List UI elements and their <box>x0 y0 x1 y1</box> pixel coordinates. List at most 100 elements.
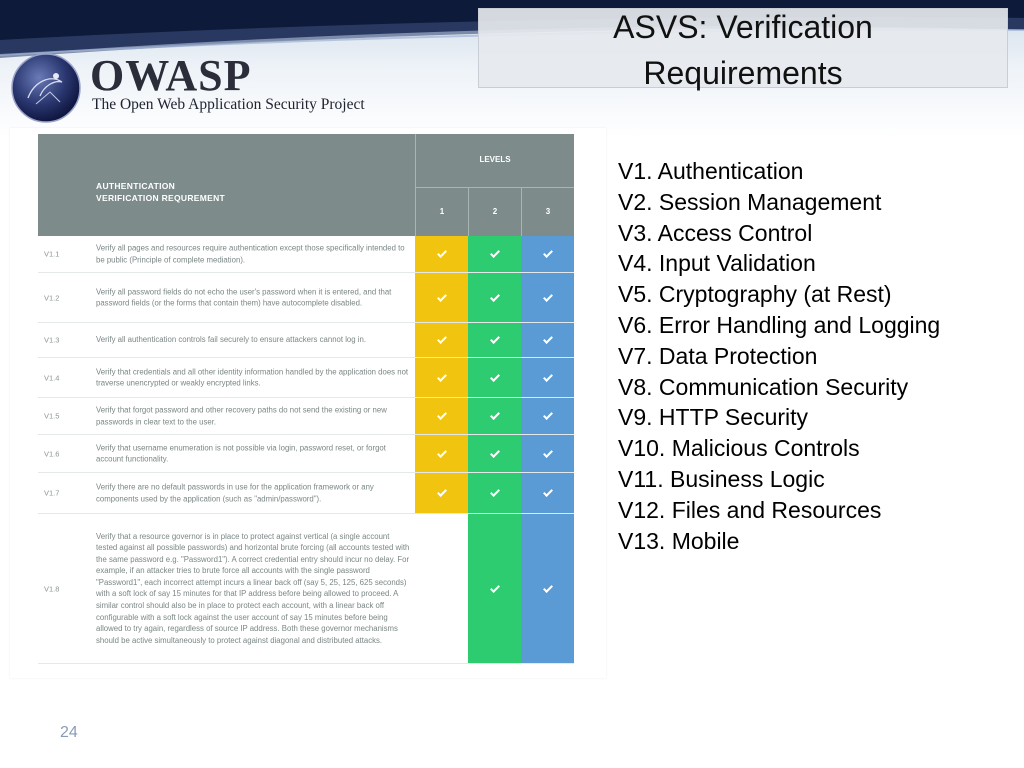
checkmark-icon <box>542 447 553 458</box>
checkmark-icon <box>436 248 447 258</box>
requirement-id: V1.7 <box>44 488 60 498</box>
level-col-2: 2 <box>468 188 521 236</box>
table-row: V1.6 Verify that username enumeration is … <box>38 435 574 473</box>
requirement-text: Verify all password fields do not echo t… <box>96 286 392 308</box>
level-1-cell <box>415 473 468 513</box>
checkmark-icon <box>542 248 553 258</box>
table-row: V1.3 Verify all authentication controls f… <box>38 323 574 358</box>
level-2-cell <box>468 236 521 272</box>
owasp-wordmark: OWASP <box>90 51 252 100</box>
table-header-title: AUTHENTICATION VERIFICATION REQUREMENT <box>96 180 396 204</box>
verification-list-item: V10. Malicious Controls <box>618 435 860 462</box>
requirement-text: Verify all pages and resources require a… <box>96 243 405 264</box>
requirements-table: AUTHENTICATION VERIFICATION REQUREMENT L… <box>10 128 606 678</box>
requirement-id: V1.2 <box>44 293 60 302</box>
verification-list-item: V3. Access Control <box>618 219 813 246</box>
table-row: V1.5 Verify that forgot password and othe… <box>38 398 574 435</box>
checkmark-icon <box>489 371 500 382</box>
requirement-text: Verify that username enumeration is not … <box>96 442 386 464</box>
checkmark-icon <box>489 334 500 344</box>
checkmark-icon <box>436 410 447 420</box>
level-2-cell <box>468 358 521 397</box>
level-1-cell <box>415 514 468 663</box>
checkmark-icon <box>489 291 500 302</box>
verification-list-item: V13. Mobile <box>618 527 740 554</box>
levels-header: LEVELS <box>415 134 574 188</box>
checkmark-icon <box>436 371 447 382</box>
page-number: 24 <box>60 724 78 741</box>
level-col-1: 1 <box>415 188 468 236</box>
verification-list-item: V2. Session Management <box>618 188 882 215</box>
verification-list-item: V12. Files and Resources <box>618 496 882 523</box>
level-3-cell <box>521 273 574 322</box>
table-row: V1.2 Verify all password fields do not ec… <box>38 273 574 323</box>
checkmark-icon <box>436 487 447 497</box>
checkmark-icon <box>436 291 447 302</box>
table-header-title-line1: AUTHENTICATION <box>96 181 176 191</box>
level-1-cell <box>415 398 468 434</box>
checkmark-icon <box>542 371 553 382</box>
checkmark-icon <box>542 291 553 302</box>
verification-list-item: V5. Cryptography (at Rest) <box>618 281 892 308</box>
level-2-cell <box>468 473 521 513</box>
requirement-text: Verify there are no default passwords in… <box>96 482 374 503</box>
verification-list-item: V11. Business Logic <box>618 465 825 492</box>
level-1-cell <box>415 358 468 397</box>
verification-list-item: V1. Authentication <box>618 158 804 184</box>
checkmark-icon <box>436 447 447 458</box>
requirement-id: V1.3 <box>44 335 60 345</box>
level-1-cell <box>415 273 468 322</box>
checkmark-icon <box>542 582 553 593</box>
requirement-id: V1.6 <box>44 449 60 458</box>
owasp-tagline: The Open Web Application Security Projec… <box>92 96 365 113</box>
verification-list-item: V7. Data Protection <box>618 342 818 369</box>
verification-list-item: V4. Input Validation <box>618 250 816 277</box>
slide-title-line1: ASVS: Verification <box>613 9 873 45</box>
level-3-cell <box>521 398 574 434</box>
level-1-cell <box>415 435 468 472</box>
requirement-text: Verify that a resource governor is in pl… <box>96 531 410 645</box>
checkmark-icon <box>436 334 447 344</box>
verification-list-item: V6. Error Handling and Logging <box>618 311 941 338</box>
level-2-cell <box>468 273 521 322</box>
requirement-text: Verify that forgot password and other re… <box>96 405 387 426</box>
level-1-cell <box>415 236 468 272</box>
table-row: V1.1 Verify all pages and resources requi… <box>38 236 574 273</box>
checkmark-icon <box>542 487 553 497</box>
level-3-cell <box>521 358 574 397</box>
table-header: AUTHENTICATION VERIFICATION REQUREMENT L… <box>38 134 574 236</box>
table-row: V1.7 Verify there are no default password… <box>38 473 574 514</box>
checkmark-icon <box>489 487 500 497</box>
requirement-text: Verify that credentials and all other id… <box>96 366 409 388</box>
requirement-id: V1.4 <box>44 373 60 382</box>
slide-title-line2: Requirements <box>643 55 843 91</box>
level-3-cell <box>521 323 574 357</box>
checkmark-icon <box>489 410 500 420</box>
level-3-cell <box>521 435 574 472</box>
requirement-id: V1.5 <box>44 411 60 421</box>
checkmark-icon <box>489 447 500 458</box>
table-row: V1.8 Verify that a resource governor is i… <box>38 514 574 664</box>
level-3-cell <box>521 514 574 663</box>
owasp-globe-icon <box>11 53 81 123</box>
level-2-cell <box>468 323 521 357</box>
level-1-cell <box>415 323 468 357</box>
checkmark-icon <box>542 410 553 420</box>
level-col-3: 3 <box>521 188 574 236</box>
requirement-id: V1.8 <box>44 584 60 593</box>
checkmark-icon <box>542 334 553 344</box>
checkmark-icon <box>489 582 500 593</box>
verification-list-item: V9. HTTP Security <box>618 404 809 431</box>
requirement-text: Verify all authentication controls fail … <box>96 335 367 345</box>
checkmark-icon <box>489 248 500 258</box>
level-2-cell <box>468 398 521 434</box>
level-2-cell <box>468 514 521 663</box>
level-3-cell <box>521 473 574 513</box>
level-3-cell <box>521 236 574 272</box>
slide-title: ASVS: Verification Requirements <box>478 4 1008 96</box>
table-row: V1.4 Verify that credentials and all othe… <box>38 358 574 398</box>
verification-list-item: V8. Communication Security <box>618 373 909 400</box>
level-2-cell <box>468 435 521 472</box>
verification-list: V1. Authentication V2. Session Management… <box>618 156 1018 556</box>
table-header-title-line2: VERIFICATION REQUREMENT <box>96 193 226 203</box>
